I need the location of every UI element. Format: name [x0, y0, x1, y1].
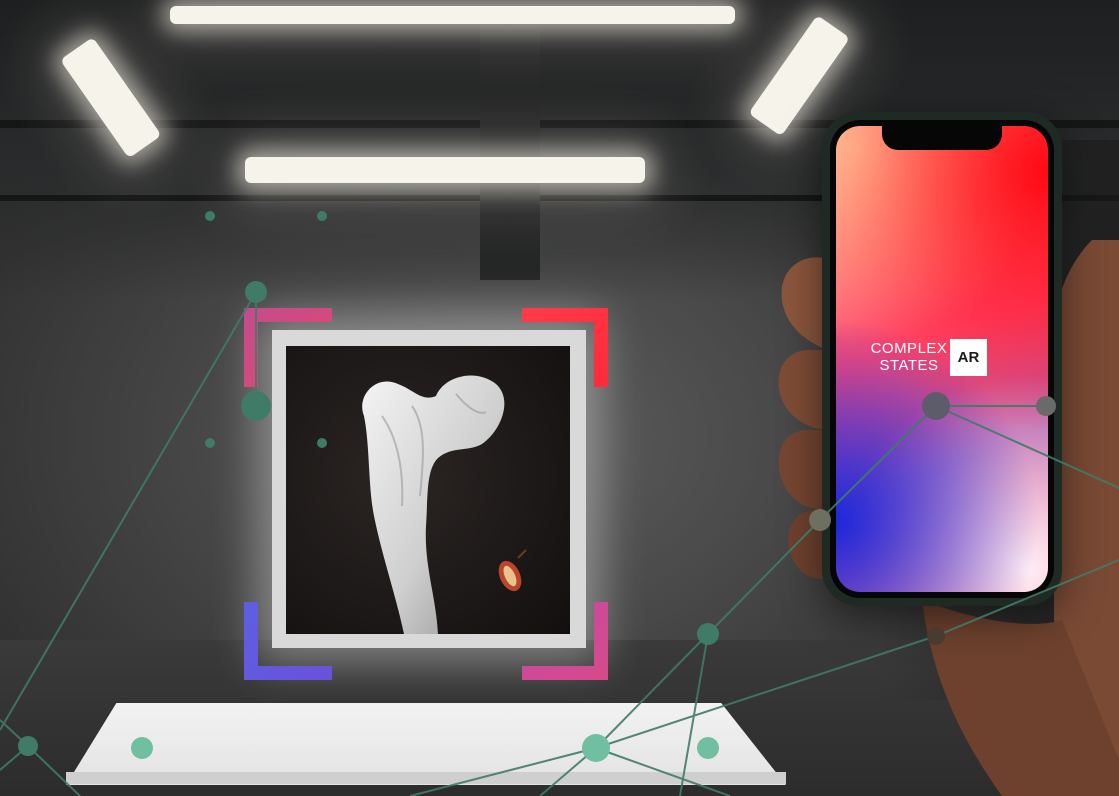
- network-overlay: [0, 211, 1119, 796]
- network-node: [582, 734, 610, 762]
- network-node: [317, 438, 327, 448]
- network-node: [317, 211, 327, 221]
- network-line: [819, 405, 937, 521]
- network-node: [245, 281, 267, 303]
- network-node: [205, 438, 215, 448]
- network-node: [1036, 396, 1056, 416]
- network-node: [241, 391, 271, 421]
- network-line: [935, 405, 1119, 489]
- network-node: [697, 737, 719, 759]
- network-node: [18, 736, 38, 756]
- network-node: [205, 211, 215, 221]
- network-node: [697, 623, 719, 645]
- network-node: [131, 737, 153, 759]
- network-line: [595, 635, 937, 749]
- network-line: [27, 745, 81, 796]
- network-node: [809, 509, 831, 531]
- network-line: [935, 559, 1119, 637]
- ar-gallery-scene: COMPLEX STATES AR: [0, 0, 1119, 796]
- network-node: [922, 392, 950, 420]
- network-node: [927, 627, 945, 645]
- network-line: [0, 291, 257, 731]
- network-line: [707, 519, 821, 635]
